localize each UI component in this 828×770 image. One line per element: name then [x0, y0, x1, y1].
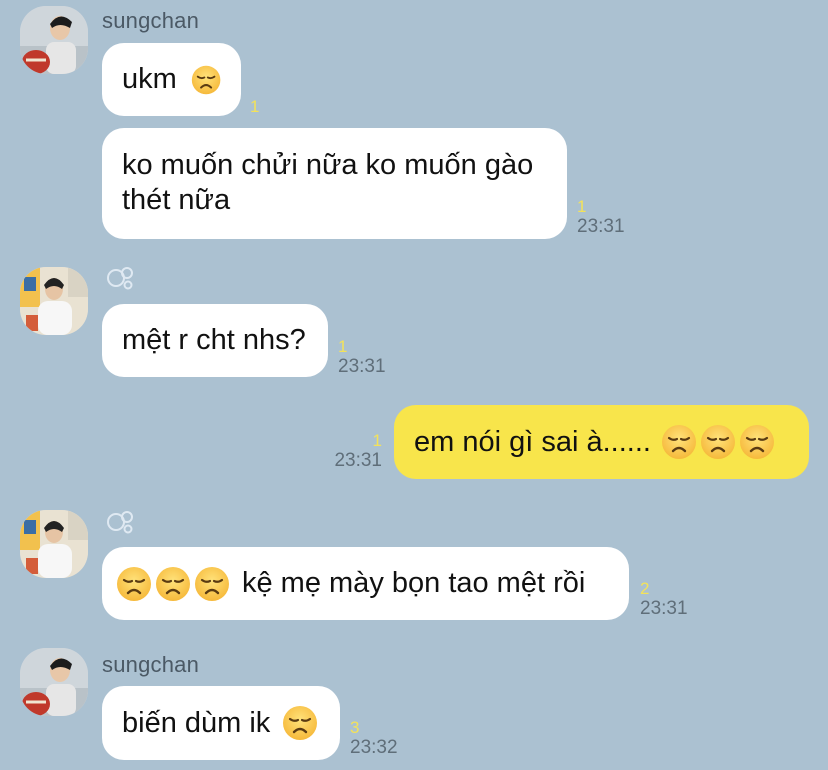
message-bubble-outgoing[interactable]: em nói gì sai à...... — [394, 405, 809, 479]
message-text: ukm — [122, 63, 177, 95]
disappointed-face-emoji-icon — [282, 705, 318, 741]
unread-count: 1 — [372, 431, 382, 450]
message-bubble[interactable]: ko muốn chửi nữa ko muốn gào thét nữa — [102, 128, 567, 239]
bubbles-icon — [107, 511, 133, 534]
timestamp: 23:31 — [338, 356, 386, 377]
message-text: kệ mẹ mày bọn tao mệt rồi — [242, 567, 586, 599]
avatar-photo — [20, 6, 88, 74]
message-meta: 3 23:32 — [350, 719, 398, 759]
unread-count: 3 — [350, 718, 360, 737]
message-bubble[interactable]: kệ mẹ mày bọn tao mệt rồi — [102, 547, 629, 620]
unread-count: 2 — [640, 579, 650, 598]
message-meta: 1 23:31 — [577, 198, 625, 238]
message-bubble[interactable]: ukm — [102, 43, 241, 116]
avatar[interactable] — [20, 648, 88, 716]
disappointed-face-emoji-icon — [191, 62, 221, 98]
disappointed-face-emoji-icon — [194, 566, 230, 602]
unread-count: 1 — [338, 337, 348, 356]
message-text-line-2: thét nữa — [122, 184, 231, 216]
disappointed-face-emoji-icon — [739, 424, 775, 460]
disappointed-face-emoji-icon — [116, 566, 152, 602]
unread-count: 1 — [250, 97, 260, 116]
avatar-photo — [20, 267, 88, 335]
message-meta: 1 23:31 — [338, 338, 386, 378]
message-bubble[interactable]: biến dùm ik — [102, 686, 340, 760]
avatar[interactable] — [20, 6, 88, 74]
avatar[interactable] — [20, 510, 88, 578]
message-meta: 1 — [250, 98, 259, 116]
message-bubble[interactable]: mệt r cht nhs? — [102, 304, 328, 377]
unread-count: 1 — [577, 197, 587, 216]
avatar-photo — [20, 648, 88, 716]
timestamp: 23:31 — [577, 216, 625, 237]
disappointed-face-emoji-icon — [700, 424, 736, 460]
sender-name: sungchan — [102, 8, 200, 33]
avatar-photo — [20, 510, 88, 578]
bubbles-icon — [107, 267, 133, 290]
message-text: em nói gì sai à...... — [414, 425, 651, 458]
message-meta: 1 23:31 — [326, 432, 382, 472]
timestamp: 23:32 — [350, 737, 398, 758]
message-text: mệt r cht nhs? — [122, 324, 306, 356]
disappointed-face-emoji-icon — [661, 424, 697, 460]
timestamp: 23:31 — [640, 598, 688, 619]
timestamp: 23:31 — [334, 450, 382, 471]
message-text-line-1: ko muốn chửi nữa ko muốn gào — [122, 149, 534, 181]
disappointed-face-emoji-icon — [155, 566, 191, 602]
sender-name: sungchan — [102, 652, 200, 677]
message-text: biến dùm ik — [122, 706, 271, 739]
message-meta: 2 23:31 — [640, 580, 688, 620]
avatar[interactable] — [20, 267, 88, 335]
